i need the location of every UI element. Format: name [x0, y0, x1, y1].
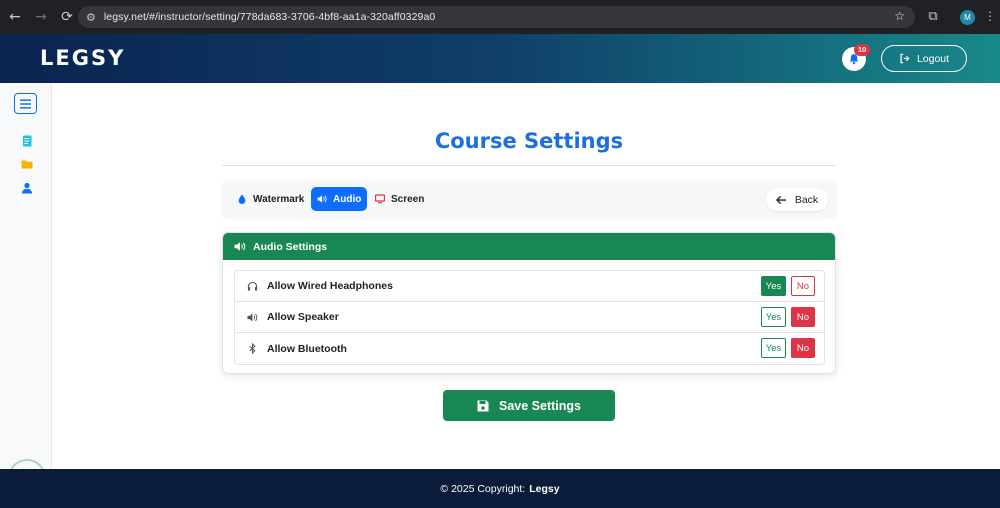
audio-settings-title: Audio Settings	[253, 240, 328, 253]
notebook-icon	[23, 135, 32, 147]
setting-label: Allow Bluetooth	[267, 342, 347, 355]
speaker-icon	[246, 311, 258, 323]
setting-label: Allow Wired Headphones	[267, 280, 393, 292]
speaker-no-button[interactable]: No	[791, 307, 815, 327]
forward-arrow-icon[interactable]: →	[28, 0, 54, 34]
wired-headphones-no-button[interactable]: No	[791, 276, 815, 296]
profile-avatar[interactable]: M	[960, 10, 975, 25]
user-icon	[22, 182, 32, 194]
browser-menu-icon[interactable]: ⋮	[984, 9, 996, 23]
tab-screen-label: Screen	[391, 193, 425, 205]
footer: © 2025 Copyright: Legsy	[0, 469, 1000, 508]
footer-brand: Legsy	[529, 482, 560, 495]
volume-icon	[234, 242, 246, 251]
headphones-icon	[246, 280, 258, 292]
reload-icon[interactable]: ⟳	[54, 0, 80, 34]
brand-logo[interactable]: LEGSY	[40, 46, 125, 70]
speaker-yes-button[interactable]: Yes	[761, 307, 786, 327]
setting-row-bluetooth: Allow Bluetooth Yes No	[235, 333, 824, 364]
site-info-icon[interactable]: ⚙	[86, 11, 96, 24]
menu-toggle-button[interactable]	[14, 93, 37, 114]
notification-badge: 10	[854, 44, 870, 56]
arrow-left-icon	[775, 195, 786, 204]
audio-settings-card: Audio Settings Allow Wired Headphones Ye…	[222, 232, 836, 374]
logout-button[interactable]: Logout	[881, 45, 967, 72]
title-divider	[222, 165, 836, 166]
bluetooth-no-button[interactable]: No	[791, 338, 815, 358]
setting-row-speaker: Allow Speaker Yes No	[235, 302, 824, 333]
monitor-icon	[375, 194, 385, 204]
sidebar	[0, 83, 52, 469]
save-settings-button[interactable]: Save Settings	[443, 390, 615, 421]
sidebar-item-user[interactable]	[20, 181, 34, 195]
setting-label: Allow Speaker	[267, 311, 339, 323]
save-settings-label: Save Settings	[499, 398, 581, 413]
tab-screen[interactable]: Screen	[369, 187, 430, 211]
tab-watermark-label: Watermark	[253, 193, 305, 205]
settings-tabs: Watermark Audio Screen Back	[222, 181, 836, 217]
bluetooth-yes-button[interactable]: Yes	[761, 338, 786, 358]
wired-headphones-yes-button[interactable]: Yes	[761, 276, 786, 296]
folder-icon	[21, 160, 33, 169]
bluetooth-icon	[246, 343, 258, 355]
volume-icon	[317, 195, 327, 203]
app-header: LEGSY 10 Logout	[0, 34, 1000, 83]
bookmark-star-icon[interactable]: ☆	[894, 9, 905, 23]
droplet-icon	[238, 194, 246, 204]
address-bar[interactable]: ⚙ legsy.net/#/instructor/setting/778da68…	[78, 6, 915, 28]
sidebar-item-folder[interactable]	[20, 157, 34, 171]
logout-label: Logout	[916, 52, 950, 65]
audio-settings-list: Allow Wired Headphones Yes No Allow Spea…	[234, 270, 825, 365]
back-button[interactable]: Back	[766, 188, 828, 211]
sidebar-item-notebook[interactable]	[20, 134, 34, 148]
tab-audio-label: Audio	[333, 193, 362, 205]
url-text: legsy.net/#/instructor/setting/778da683-…	[103, 11, 436, 23]
extensions-icon[interactable]: ⧉	[925, 9, 941, 25]
floppy-disk-icon	[477, 400, 489, 411]
page-title: Course Settings	[434, 129, 624, 153]
footer-copyright: © 2025 Copyright:	[440, 482, 526, 495]
logout-icon	[900, 53, 910, 64]
tab-watermark[interactable]: Watermark	[231, 187, 310, 211]
browser-toolbar: ← → ⟳ ⚙ legsy.net/#/instructor/setting/7…	[0, 0, 1000, 34]
setting-row-wired-headphones: Allow Wired Headphones Yes No	[235, 271, 824, 302]
audio-settings-header: Audio Settings	[223, 233, 835, 260]
menu-icon	[20, 98, 31, 109]
back-label: Back	[794, 193, 819, 206]
back-arrow-icon[interactable]: ←	[2, 0, 28, 34]
tab-audio[interactable]: Audio	[311, 187, 368, 211]
